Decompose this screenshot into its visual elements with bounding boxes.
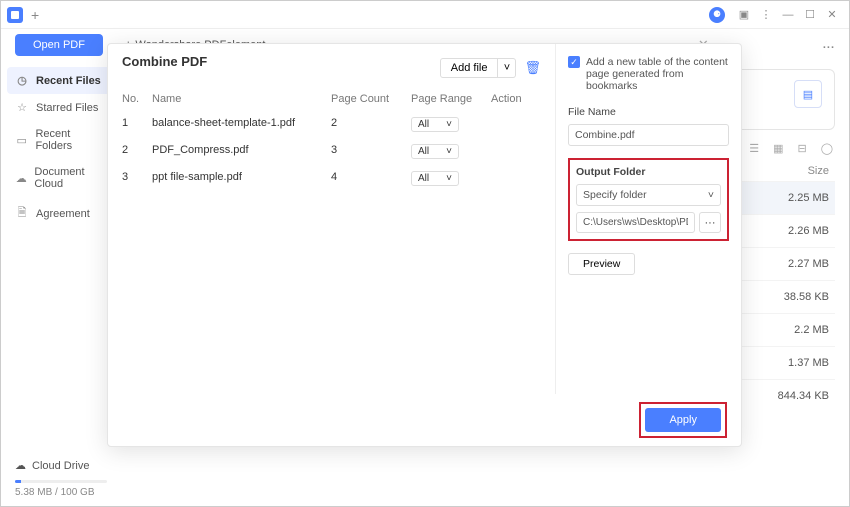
combine-pdf-modal: Combine PDF Add file ˅ 🗑 No. Name Page C… <box>107 43 742 447</box>
cloud-drive-label[interactable]: ☁Cloud Drive <box>15 459 107 472</box>
window-chrome: + ⚈ ▣ ⋮ — ☐ ✕ <box>1 1 849 29</box>
cloud-icon: ☁ <box>15 459 26 472</box>
page-range-select[interactable]: All˅ <box>411 144 459 159</box>
quota-bar <box>15 480 107 483</box>
chevron-down-icon: ˅ <box>708 189 714 201</box>
cell-page-count: 3 <box>331 144 411 159</box>
minimize-button[interactable]: — <box>777 4 799 26</box>
more-menu[interactable]: ... <box>823 39 835 51</box>
browse-path-button[interactable]: ··· <box>699 212 721 233</box>
folder-icon: ▭ <box>15 134 28 147</box>
user-avatar[interactable]: ⚈ <box>709 7 725 23</box>
output-path-input[interactable] <box>576 212 695 233</box>
cell-no: 2 <box>122 144 152 159</box>
output-folder-select[interactable]: Specify folder ˅ <box>576 184 721 206</box>
app-action-icon[interactable]: ▣ <box>733 4 755 26</box>
cell-name: ppt file-sample.pdf <box>152 171 331 186</box>
chevron-down-icon: ˅ <box>446 173 452 184</box>
chevron-down-icon: ˅ <box>446 146 452 157</box>
file-size: 844.34 KB <box>759 390 829 402</box>
file-name-label: File Name <box>568 106 729 118</box>
bookmark-checkbox-row[interactable]: ✓ Add a new table of the content page ge… <box>568 56 729 92</box>
sidebar-item-label: Recent Files <box>36 75 101 87</box>
app-logo-icon <box>7 7 23 23</box>
kebab-icon[interactable]: ⋮ <box>755 4 777 26</box>
star-icon: ☆ <box>15 101 29 114</box>
output-folder-value: Specify folder <box>583 189 647 201</box>
maximize-button[interactable]: ☐ <box>799 4 821 26</box>
cell-no: 3 <box>122 171 152 186</box>
view-grid-icon[interactable]: ▦ <box>773 142 783 155</box>
sidebar: ◷ Recent Files ☆ Starred Files ▭ Recent Fol… <box>1 61 121 476</box>
sidebar-item-label: Recent Folders <box>35 128 107 152</box>
trash-icon[interactable]: 🗑 <box>524 60 541 76</box>
sidebar-item-label: Document Cloud <box>34 166 107 190</box>
page-range-select[interactable]: All˅ <box>411 117 459 132</box>
cell-name: PDF_Compress.pdf <box>152 144 331 159</box>
open-pdf-button[interactable]: Open PDF <box>15 34 103 56</box>
file-name-input[interactable] <box>568 124 729 146</box>
page-range-select[interactable]: All˅ <box>411 171 459 186</box>
checkbox-icon[interactable]: ✓ <box>568 56 580 68</box>
sidebar-item-label: Agreement <box>36 208 90 220</box>
cell-page-count: 2 <box>331 117 411 132</box>
col-no: No. <box>122 93 152 105</box>
apply-button[interactable]: Apply <box>645 408 721 432</box>
col-page-count: Page Count <box>331 93 411 105</box>
chevron-down-icon: ˅ <box>446 119 452 130</box>
file-size: 1.37 MB <box>759 357 829 369</box>
sidebar-item-agreement[interactable]: 🗎 Agreement <box>1 197 121 230</box>
view-refresh-icon[interactable]: ◯ <box>821 142 833 155</box>
cloud-drive-footer: ☁Cloud Drive 5.38 MB / 100 GB <box>1 451 121 506</box>
modal-options-panel: ✓ Add a new table of the content page ge… <box>555 44 741 394</box>
cell-name: balance-sheet-template-1.pdf <box>152 117 331 132</box>
file-size: 2.2 MB <box>759 324 829 336</box>
template-icon: ▤ <box>794 80 822 108</box>
cell-page-count: 4 <box>331 171 411 186</box>
sidebar-item-recent-files[interactable]: ◷ Recent Files <box>7 67 115 94</box>
document-icon: 🗎 <box>15 204 29 223</box>
sidebar-item-recent-folders[interactable]: ▭ Recent Folders <box>1 121 121 159</box>
new-tab-button[interactable]: + <box>31 7 39 23</box>
preview-button[interactable]: Preview <box>568 253 635 275</box>
view-compact-icon[interactable]: ⊟ <box>797 142 806 155</box>
modal-title: Combine PDF <box>122 54 207 69</box>
quota-text: 5.38 MB / 100 GB <box>15 487 107 498</box>
cell-no: 1 <box>122 117 152 132</box>
file-size: 38.58 KB <box>759 291 829 303</box>
table-row[interactable]: 2PDF_Compress.pdf3All˅ <box>122 138 541 165</box>
col-action: Action <box>491 93 541 105</box>
file-size: 2.26 MB <box>759 225 829 237</box>
sidebar-item-label: Starred Files <box>36 102 98 114</box>
output-folder-highlight: Output Folder Specify folder ˅ ··· <box>568 158 729 241</box>
file-size: 2.27 MB <box>759 258 829 270</box>
sidebar-item-starred-files[interactable]: ☆ Starred Files <box>1 94 121 121</box>
view-list-icon[interactable]: ☰ <box>749 142 759 155</box>
sidebar-item-document-cloud[interactable]: ☁ Document Cloud <box>1 159 121 197</box>
table-row[interactable]: 3ppt file-sample.pdf4All˅ <box>122 165 541 192</box>
table-row[interactable]: 1balance-sheet-template-1.pdf2All˅ <box>122 111 541 138</box>
close-button[interactable]: ✕ <box>821 4 843 26</box>
col-name: Name <box>152 93 331 105</box>
combine-table: No. Name Page Count Page Range Action 1b… <box>122 87 541 192</box>
output-folder-label: Output Folder <box>576 166 721 178</box>
file-size: 2.25 MB <box>759 192 829 204</box>
col-page-range: Page Range <box>411 93 491 105</box>
add-file-dropdown[interactable]: ˅ <box>498 58 516 78</box>
clock-icon: ◷ <box>15 74 29 87</box>
bookmark-label: Add a new table of the content page gene… <box>586 56 729 92</box>
add-file-split-button[interactable]: Add file ˅ <box>440 58 517 78</box>
cloud-icon: ☁ <box>15 172 27 185</box>
apply-highlight: Apply <box>639 402 727 438</box>
add-file-button[interactable]: Add file <box>440 58 499 78</box>
